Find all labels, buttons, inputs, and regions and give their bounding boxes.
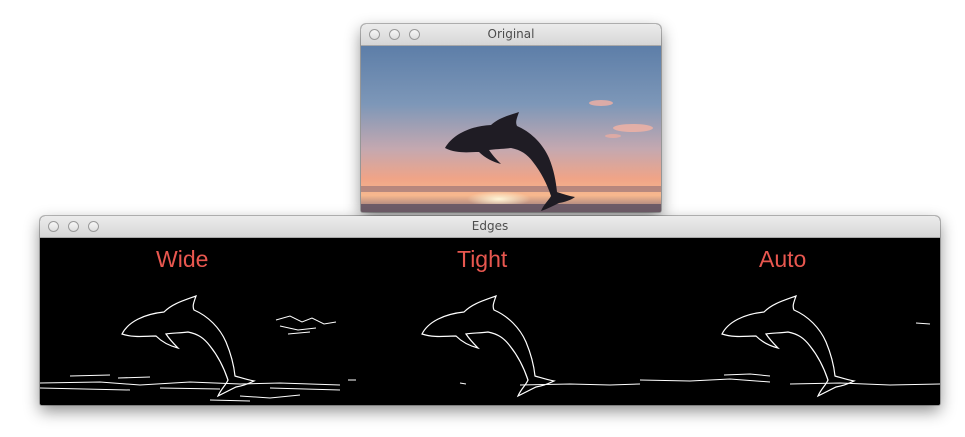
window-title: Edges: [471, 219, 509, 233]
edge-panels: [40, 295, 940, 402]
original-window: Original: [361, 24, 661, 212]
auto-edge-panel: [639, 295, 940, 397]
edges-titlebar[interactable]: Edges: [40, 216, 940, 238]
edges-canvas: Wide Tight Auto: [40, 238, 940, 405]
tight-edge-panel: [421, 295, 641, 397]
original-image: [361, 46, 661, 212]
edges-window: Edges Wide Tight Auto: [40, 216, 940, 405]
original-titlebar[interactable]: Original: [361, 24, 661, 46]
wide-edge-panel: [40, 295, 356, 402]
window-title: Original: [487, 27, 535, 41]
dolphin-photo: [361, 46, 661, 212]
